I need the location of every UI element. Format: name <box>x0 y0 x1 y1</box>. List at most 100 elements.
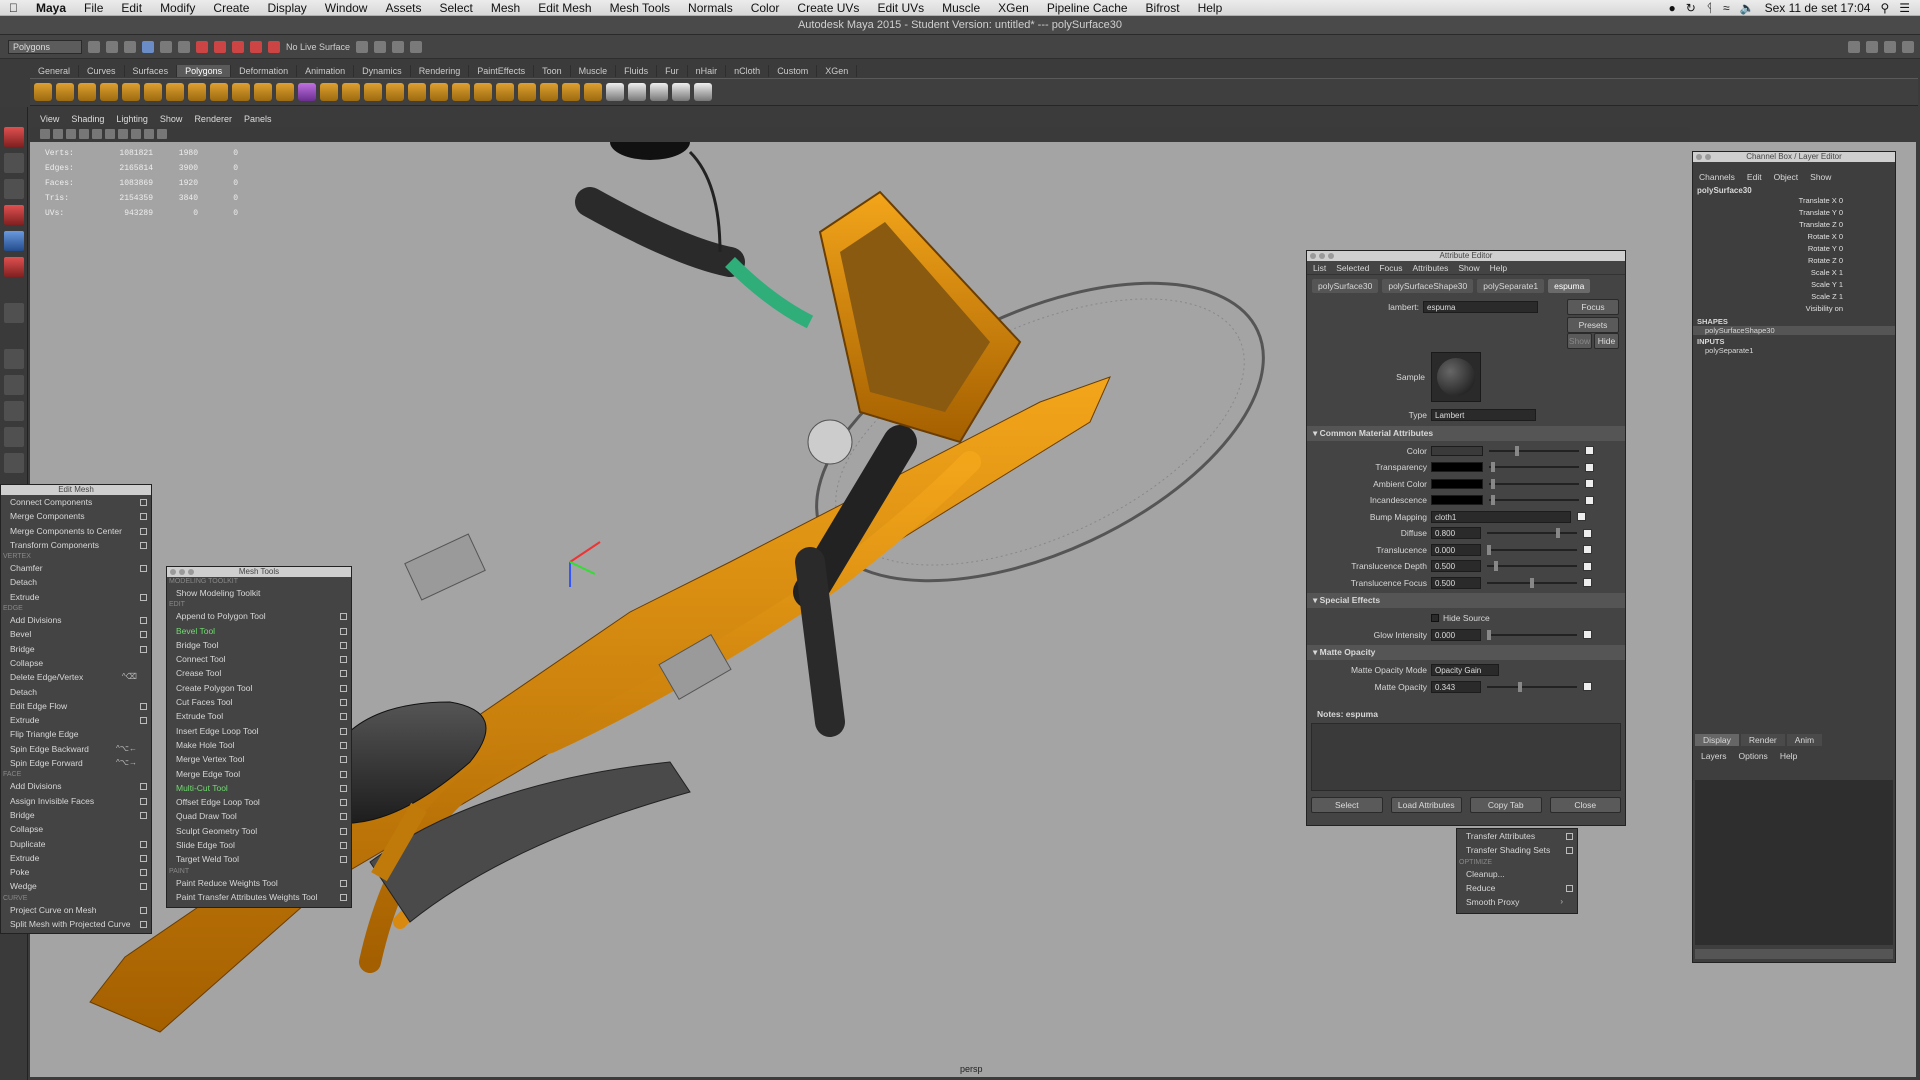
snap-curve-icon[interactable] <box>214 40 226 53</box>
menu-file[interactable]: File <box>75 1 112 15</box>
option-box-icon[interactable] <box>1566 847 1573 855</box>
menu-normals[interactable]: Normals <box>679 1 742 15</box>
option-box-icon[interactable] <box>340 756 347 764</box>
append-polygon-icon[interactable] <box>496 83 514 101</box>
hypershade-icon[interactable] <box>410 40 423 53</box>
clock[interactable]: Sex 11 de set 17:04 <box>1765 1 1871 15</box>
ae-menu-show[interactable]: Show <box>1458 263 1479 273</box>
option-box-icon[interactable] <box>140 783 147 791</box>
glow-intensity-field[interactable]: 0.000 <box>1431 628 1481 641</box>
menu-create-uvs[interactable]: Create UVs <box>788 1 868 15</box>
poly-platonic-icon[interactable] <box>276 83 294 101</box>
menu-xgen[interactable]: XGen <box>989 1 1038 15</box>
menu-item-add-divisions[interactable]: Add Divisions <box>1 779 151 793</box>
option-box-icon[interactable] <box>140 883 147 891</box>
layer-scrollbar[interactable] <box>1695 949 1893 959</box>
copy-tab-button[interactable]: Copy Tab <box>1470 797 1542 813</box>
shelf-tab-ncloth[interactable]: nCloth <box>726 65 770 77</box>
layer-menu-options[interactable]: Options <box>1739 751 1768 761</box>
channel-toggle-icon[interactable] <box>1884 40 1896 53</box>
select-object-icon[interactable] <box>160 40 172 53</box>
menu-item-merge-components[interactable]: Merge Components <box>1 509 151 523</box>
menu-mesh-tools[interactable]: Mesh Tools <box>601 1 679 15</box>
channel-visibility[interactable]: Visibility on <box>1693 303 1895 315</box>
slider-knob[interactable] <box>1517 681 1522 692</box>
shelf-tab-xgen[interactable]: XGen <box>817 65 858 77</box>
menu-item-detach[interactable]: Detach <box>1 685 151 699</box>
shelf-tab-general[interactable]: General <box>30 65 80 77</box>
menu-item-collapse[interactable]: Collapse <box>1 822 151 836</box>
poly-type-icon[interactable] <box>298 83 316 101</box>
menu-set-select[interactable]: Polygons <box>8 39 82 54</box>
menu-item-flip-triangle-edge[interactable]: Flip Triangle Edge <box>1 727 151 741</box>
layer-tab-display[interactable]: Display <box>1695 734 1739 746</box>
show-button[interactable]: Show <box>1567 333 1592 349</box>
channel-value[interactable]: on <box>1835 304 1843 313</box>
translucence-slider[interactable] <box>1487 544 1577 555</box>
panel-menu-panels[interactable]: Panels <box>244 114 272 127</box>
time-machine-icon[interactable]: ↻ <box>1686 1 1696 15</box>
ae-menu-attributes[interactable]: Attributes <box>1412 263 1448 273</box>
menu-item-chamfer[interactable]: Chamfer <box>1 561 151 575</box>
poly-sphere-icon[interactable] <box>34 83 52 101</box>
ao-icon[interactable] <box>157 129 167 139</box>
option-box-icon[interactable] <box>140 906 147 914</box>
tab-polysurface30[interactable]: polySurface30 <box>1312 279 1379 293</box>
shelf-tab-dynamics[interactable]: Dynamics <box>354 65 411 77</box>
menu-item-bridge[interactable]: Bridge <box>1 642 151 656</box>
panel-menu-show[interactable]: Show <box>160 114 183 127</box>
matte-opacity-field[interactable]: 0.343 <box>1431 680 1481 693</box>
shelf-tab-curves[interactable]: Curves <box>79 65 125 77</box>
wifi-icon[interactable]: ≈ <box>1723 1 1730 15</box>
option-box-icon[interactable] <box>340 799 347 807</box>
option-box-icon[interactable] <box>340 670 347 678</box>
camera-icon[interactable] <box>40 129 50 139</box>
poly-torus-icon[interactable] <box>144 83 162 101</box>
close-icon[interactable] <box>1310 253 1316 259</box>
panel-menu-lighting[interactable]: Lighting <box>116 114 148 127</box>
map-button[interactable] <box>1583 528 1592 538</box>
menu-item-offset-edge-loop-tool[interactable]: Offset Edge Loop Tool <box>167 795 351 809</box>
menu-item-merge-vertex-tool[interactable]: Merge Vertex Tool <box>167 752 351 766</box>
option-box-icon[interactable] <box>140 565 147 573</box>
matte-opacity-section[interactable]: ▾ Matte Opacity <box>1307 645 1625 660</box>
menu-window[interactable]: Window <box>316 1 377 15</box>
shelf-tab-toon[interactable]: Toon <box>534 65 571 77</box>
notification-icon[interactable]: ● <box>1669 1 1676 15</box>
channel-value[interactable]: 1 <box>1839 280 1843 289</box>
lasso-tool-icon[interactable] <box>3 153 24 173</box>
menu-item-poke[interactable]: Poke <box>1 865 151 879</box>
option-box-icon[interactable] <box>140 593 147 601</box>
combine-icon[interactable] <box>320 83 338 101</box>
poly-cone-icon[interactable] <box>100 83 118 101</box>
menu-edit[interactable]: Edit <box>112 1 151 15</box>
menu-item-edit-edge-flow[interactable]: Edit Edge Flow <box>1 699 151 713</box>
option-box-icon[interactable] <box>340 641 347 649</box>
focus-button[interactable]: Focus <box>1567 299 1619 315</box>
isolate-icon[interactable] <box>144 129 154 139</box>
menu-item-bevel-tool[interactable]: Bevel Tool <box>167 624 351 638</box>
shelf-tab-custom[interactable]: Custom <box>769 65 818 77</box>
uv-editor-icon[interactable] <box>628 83 646 101</box>
slider-knob[interactable] <box>1490 462 1495 473</box>
paint-select-icon[interactable] <box>3 179 24 199</box>
layer-tab-anim[interactable]: Anim <box>1786 734 1823 746</box>
panel-menu-view[interactable]: View <box>40 114 59 127</box>
mirror-icon[interactable] <box>540 83 558 101</box>
menu-item-detach[interactable]: Detach <box>1 575 151 589</box>
tool-settings-icon[interactable] <box>1902 40 1914 53</box>
slider-knob[interactable] <box>1490 495 1495 506</box>
special-effects-section[interactable]: ▾ Special Effects <box>1307 593 1625 608</box>
map-button[interactable] <box>1583 578 1592 588</box>
matte-mode-select[interactable]: Opacity Gain <box>1431 664 1499 677</box>
tab-polyseparate1[interactable]: polySeparate1 <box>1477 279 1545 293</box>
xray-icon[interactable] <box>131 129 141 139</box>
grid-icon[interactable] <box>53 129 63 139</box>
matte-opacity-slider[interactable] <box>1487 681 1577 692</box>
menu-item-append-to-polygon-tool[interactable]: Append to Polygon Tool <box>167 609 351 623</box>
menu-item-add-divisions[interactable]: Add Divisions <box>1 613 151 627</box>
menu-item-slide-edge-tool[interactable]: Slide Edge Tool <box>167 838 351 852</box>
attr-toggle-icon[interactable] <box>1866 40 1878 53</box>
poly-helix-icon[interactable] <box>232 83 250 101</box>
diffuse-slider[interactable] <box>1487 528 1577 539</box>
